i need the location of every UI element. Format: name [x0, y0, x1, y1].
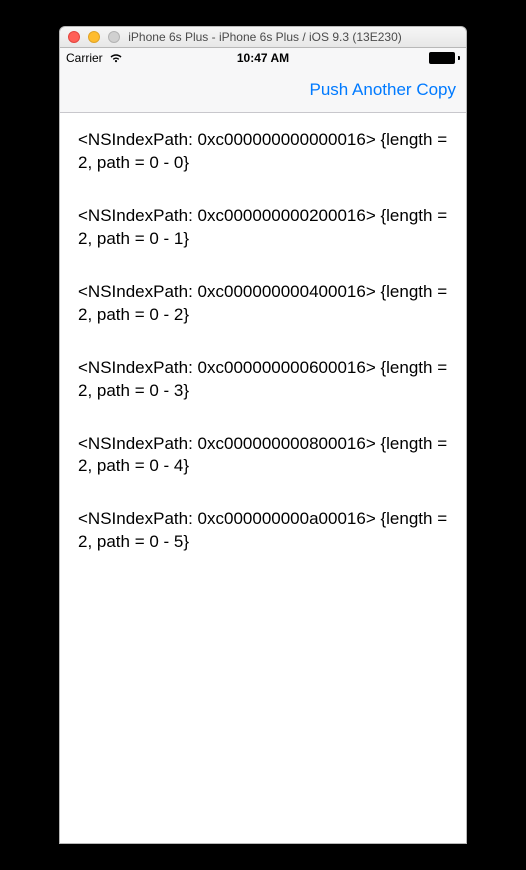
table-row[interactable]: <NSIndexPath: 0xc000000000600016> {lengt… [60, 341, 466, 417]
row-text: <NSIndexPath: 0xc000000000400016> {lengt… [78, 282, 447, 324]
row-text: <NSIndexPath: 0xc000000000000016> {lengt… [78, 130, 447, 172]
close-window-button[interactable] [68, 31, 80, 43]
zoom-window-button[interactable] [108, 31, 120, 43]
navigation-bar: Push Another Copy [60, 68, 466, 113]
table-row[interactable]: <NSIndexPath: 0xc000000000800016> {lengt… [60, 417, 466, 493]
table-row[interactable]: <NSIndexPath: 0xc000000000200016> {lengt… [60, 189, 466, 265]
status-time: 10:47 AM [60, 51, 466, 65]
push-another-copy-button[interactable]: Push Another Copy [310, 80, 456, 100]
window-title: iPhone 6s Plus - iPhone 6s Plus / iOS 9.… [120, 30, 466, 44]
table-row[interactable]: <NSIndexPath: 0xc000000000000016> {lengt… [60, 113, 466, 189]
row-text: <NSIndexPath: 0xc000000000a00016> {lengt… [78, 509, 447, 551]
table-row[interactable]: <NSIndexPath: 0xc000000000a00016> {lengt… [60, 492, 466, 568]
row-text: <NSIndexPath: 0xc000000000600016> {lengt… [78, 358, 447, 400]
minimize-window-button[interactable] [88, 31, 100, 43]
row-text: <NSIndexPath: 0xc000000000200016> {lengt… [78, 206, 447, 248]
table-row[interactable]: <NSIndexPath: 0xc000000000400016> {lengt… [60, 265, 466, 341]
traffic-lights [60, 31, 120, 43]
ios-status-bar: Carrier 10:47 AM [60, 48, 466, 68]
macos-titlebar: iPhone 6s Plus - iPhone 6s Plus / iOS 9.… [59, 26, 467, 48]
row-text: <NSIndexPath: 0xc000000000800016> {lengt… [78, 434, 447, 476]
battery-tip-icon [458, 56, 460, 60]
table-view[interactable]: <NSIndexPath: 0xc000000000000016> {lengt… [60, 113, 466, 843]
ios-simulator-screen: Carrier 10:47 AM Push Another Copy <NSIn… [59, 48, 467, 844]
battery-icon [429, 52, 455, 64]
status-battery [429, 52, 460, 64]
